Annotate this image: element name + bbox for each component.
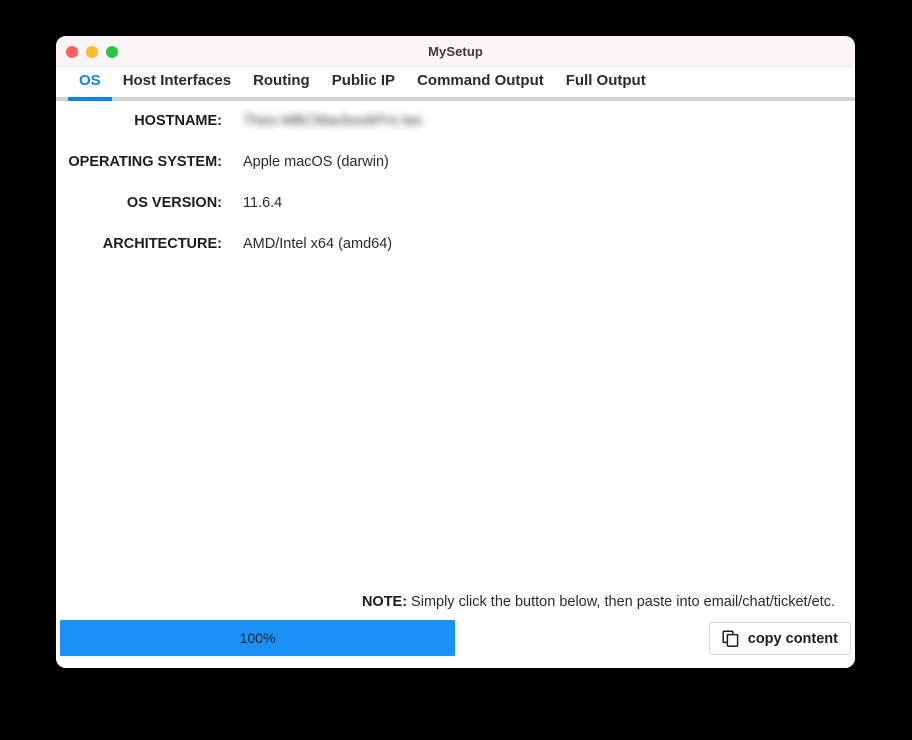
note-label: NOTE:: [361, 594, 408, 610]
progress-bar[interactable]: 100%: [60, 620, 455, 656]
architecture-label: ARCHITECTURE:: [102, 236, 222, 252]
app-window: MySetup OS Host Interfaces Routing Publi…: [56, 36, 855, 668]
tab-host-interfaces[interactable]: Host Interfaces: [112, 67, 242, 89]
info-row-architecture: ARCHITECTURE: AMD/Intel x64 (amd64): [56, 236, 855, 277]
operating-system-value: Apple macOS (darwin): [243, 154, 389, 170]
note-text: Simply click the button below, then past…: [411, 594, 835, 610]
hostname-value: Theo-MBCMacbookPro.lan: [243, 113, 422, 129]
tab-bar: OS Host Interfaces Routing Public IP Com…: [56, 67, 855, 101]
close-button[interactable]: [66, 45, 78, 58]
architecture-value: AMD/Intel x64 (amd64): [243, 236, 393, 252]
zoom-button[interactable]: [106, 45, 118, 58]
info-row-os-version: OS VERSION: 11.6.4: [56, 195, 855, 236]
tab-os[interactable]: OS: [68, 67, 112, 89]
copy-icon: [722, 630, 739, 647]
hostname-label: HOSTNAME:: [134, 113, 222, 129]
os-version-value: 11.6.4: [243, 195, 283, 211]
copy-content-button[interactable]: copy content: [708, 622, 851, 655]
minimize-button[interactable]: [86, 45, 98, 58]
tab-public-ip[interactable]: Public IP: [321, 67, 406, 89]
window-controls: [66, 36, 118, 67]
info-row-operating-system: OPERATING SYSTEM: Apple macOS (darwin): [56, 154, 855, 195]
window-title: MySetup: [428, 43, 483, 59]
screen-background: MySetup OS Host Interfaces Routing Publi…: [0, 0, 912, 740]
info-row-hostname: HOSTNAME: Theo-MBCMacbookPro.lan: [56, 113, 855, 154]
hostname-value-redacted: Theo-MBCMacbookPro.lan: [243, 113, 423, 129]
tab-command-output[interactable]: Command Output: [406, 67, 555, 89]
tab-routing[interactable]: Routing: [242, 67, 321, 89]
os-panel: HOSTNAME: Theo-MBCMacbookPro.lan OPERATI…: [56, 101, 855, 620]
footer-bar: 100% copy content: [56, 620, 855, 668]
tab-full-output[interactable]: Full Output: [555, 67, 657, 89]
tab-list: OS Host Interfaces Routing Public IP Com…: [56, 67, 855, 97]
progress-label: 100%: [239, 630, 276, 646]
window-titlebar: MySetup: [56, 36, 855, 67]
copy-content-label: copy content: [747, 630, 838, 647]
operating-system-label: OPERATING SYSTEM:: [68, 154, 222, 170]
os-version-label: OS VERSION:: [126, 195, 222, 211]
note-line: NOTE: Simply click the button below, then…: [56, 594, 835, 610]
